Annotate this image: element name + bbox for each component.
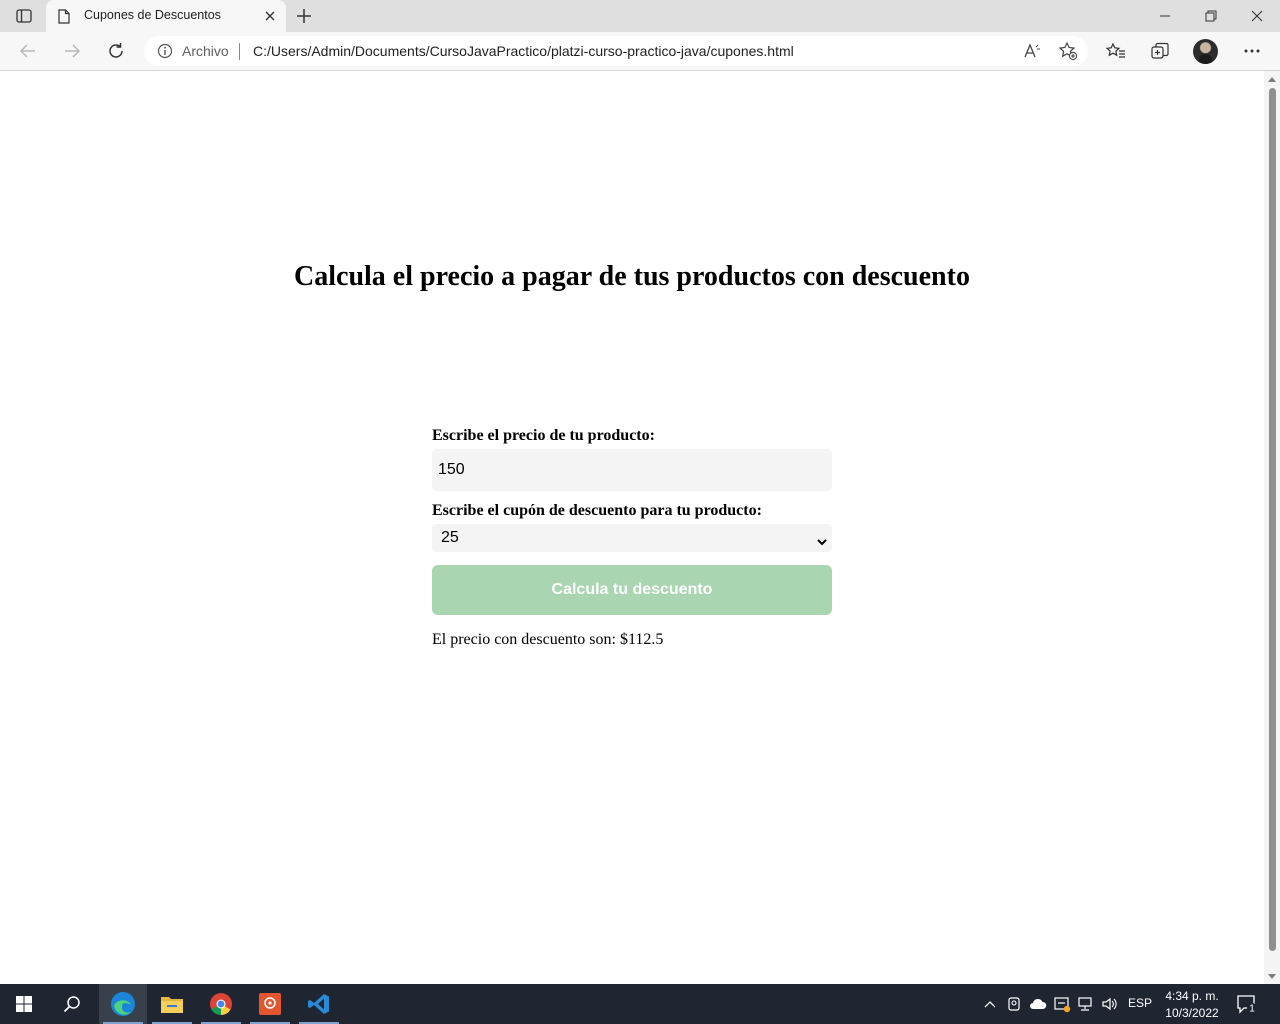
vertical-scrollbar[interactable]	[1264, 71, 1280, 984]
restore-icon[interactable]	[1188, 0, 1234, 32]
coupon-selected-value: 25	[441, 529, 459, 546]
clock[interactable]: 4:34 p. m. 10/3/2022	[1160, 988, 1224, 1022]
meet-now-icon[interactable]	[1005, 995, 1023, 1013]
file-explorer-icon[interactable]	[148, 984, 196, 1024]
refresh-icon[interactable]	[102, 39, 130, 63]
result-text: El precio con descuento son: $112.5	[432, 631, 664, 648]
profile-avatar[interactable]	[1193, 39, 1218, 64]
omnibox-separator	[239, 43, 240, 60]
more-options-icon[interactable]	[1238, 39, 1266, 63]
origin-label: Archivo	[182, 43, 229, 59]
tab-active[interactable]: Cupones de Descuentos	[46, 0, 286, 32]
clock-date: 10/3/2022	[1165, 1006, 1219, 1020]
security-alert-icon[interactable]	[1053, 995, 1071, 1013]
collections-icon[interactable]	[1146, 39, 1174, 63]
url-text[interactable]: C:/Users/Admin/Documents/CursoJavaPracti…	[253, 43, 794, 59]
scroll-up-icon[interactable]	[1268, 77, 1276, 82]
vscode-icon[interactable]	[295, 984, 343, 1024]
page-viewport: Calcula el precio a pagar de tus product…	[0, 71, 1264, 984]
coupon-select[interactable]: 25	[432, 524, 832, 552]
tab-title: Cupones de Descuentos	[84, 8, 221, 22]
onedrive-cloud-icon[interactable]	[1029, 995, 1047, 1013]
network-icon[interactable]	[1077, 995, 1095, 1013]
browser-toolbar: Archivo C:/Users/Admin/Documents/CursoJa…	[0, 32, 1280, 71]
volume-icon[interactable]	[1101, 995, 1119, 1013]
clock-time: 4:34 p. m.	[1165, 989, 1219, 1003]
read-aloud-icon[interactable]	[1021, 41, 1043, 61]
price-input[interactable]	[432, 449, 832, 491]
scroll-down-icon[interactable]	[1268, 974, 1276, 979]
tab-strip: Cupones de Descuentos	[0, 0, 1280, 32]
discount-form: Escribe el precio de tu producto: Escrib…	[432, 427, 832, 649]
close-window-icon[interactable]	[1234, 0, 1280, 32]
scroll-thumb[interactable]	[1269, 88, 1276, 951]
search-icon[interactable]	[48, 984, 96, 1024]
minimize-icon[interactable]	[1142, 0, 1188, 32]
info-icon[interactable]	[157, 43, 173, 63]
input-language[interactable]: ESP	[1128, 996, 1152, 1010]
page-icon	[58, 9, 70, 28]
app-orange-icon[interactable]	[246, 984, 294, 1024]
calculate-discount-button[interactable]: Calcula tu descuento	[432, 565, 832, 615]
notification-count: 1	[1249, 1004, 1255, 1015]
tab-actions-icon[interactable]	[12, 6, 36, 26]
windows-start-icon[interactable]	[0, 984, 48, 1024]
edge-browser-icon[interactable]	[99, 984, 147, 1024]
add-favorite-icon[interactable]	[1057, 41, 1079, 61]
price-label: Escribe el precio de tu producto:	[432, 427, 655, 444]
chevron-up-icon[interactable]	[981, 995, 999, 1013]
close-tab-icon[interactable]	[262, 8, 278, 24]
back-arrow-icon[interactable]	[14, 39, 42, 63]
favorites-icon[interactable]	[1102, 39, 1130, 63]
new-tab-icon[interactable]	[292, 6, 316, 26]
chrome-icon[interactable]	[197, 984, 245, 1024]
notification-center-icon[interactable]: 1	[1236, 994, 1258, 1015]
chevron-down-icon	[816, 532, 828, 551]
address-bar[interactable]: Archivo C:/Users/Admin/Documents/CursoJa…	[144, 36, 1088, 66]
taskbar: ESP 4:34 p. m. 10/3/2022 1	[0, 984, 1280, 1024]
coupon-label: Escribe el cupón de descuento para tu pr…	[432, 502, 762, 519]
forward-arrow-icon[interactable]	[58, 39, 86, 63]
page-title: Calcula el precio a pagar de tus product…	[294, 261, 970, 292]
